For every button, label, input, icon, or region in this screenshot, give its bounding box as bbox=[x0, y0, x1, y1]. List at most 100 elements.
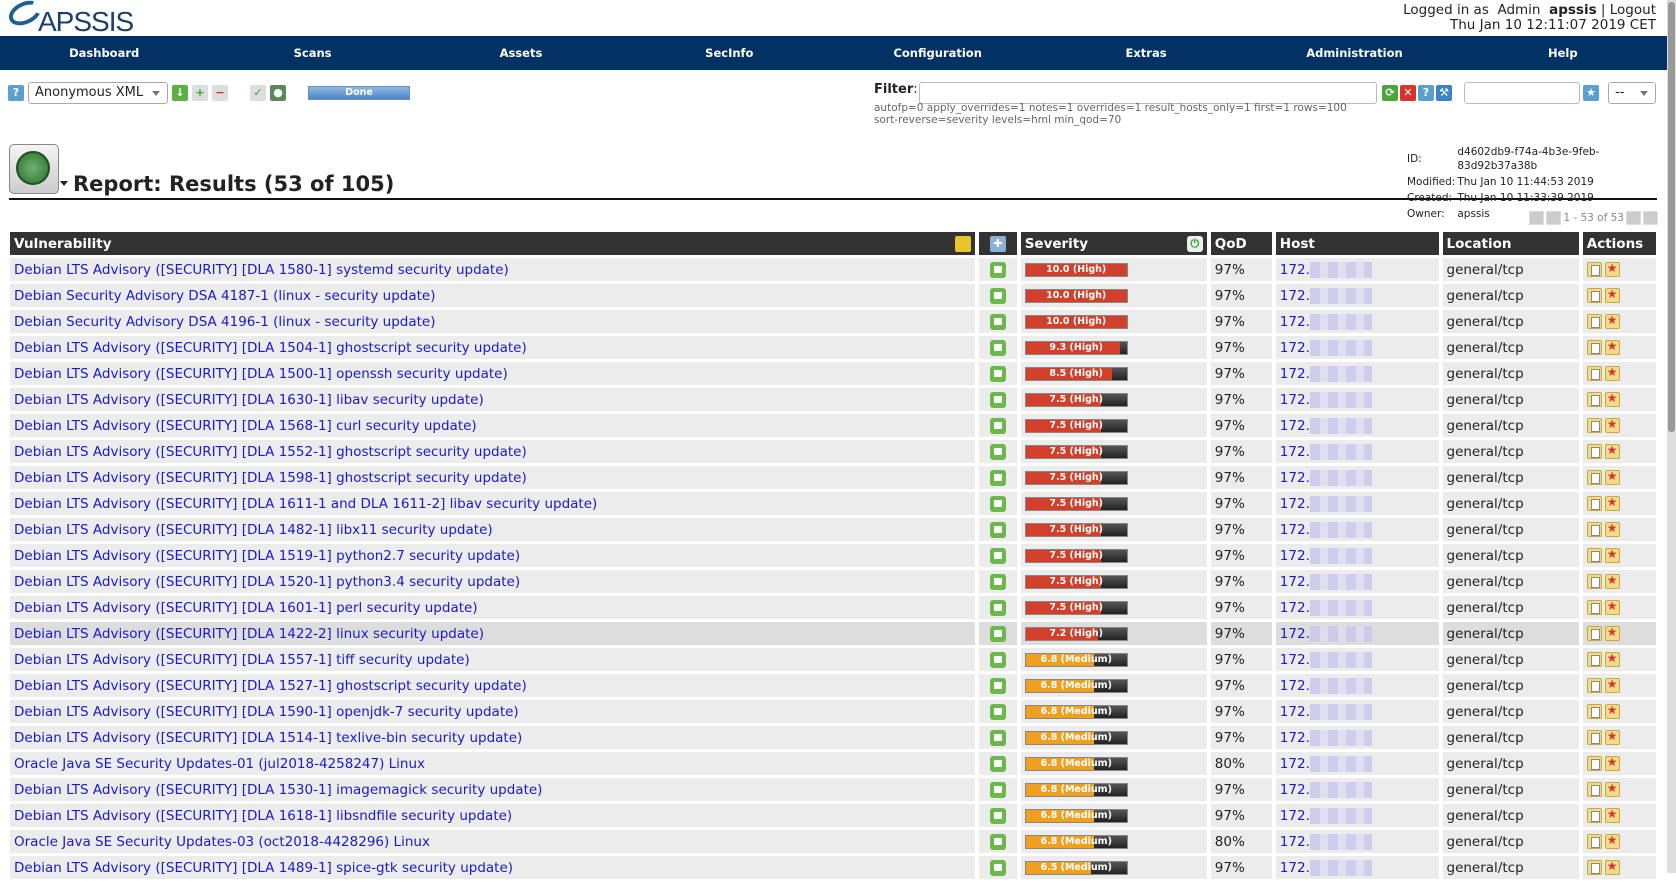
add-note-icon[interactable] bbox=[1586, 340, 1602, 355]
note-icon[interactable] bbox=[989, 339, 1006, 356]
power-icon[interactable]: ⏻ bbox=[1186, 236, 1203, 252]
add-note-icon[interactable] bbox=[1586, 652, 1602, 667]
add-override-icon[interactable] bbox=[1604, 339, 1620, 355]
table-row[interactable]: Debian LTS Advisory ([SECURITY] [DLA 142… bbox=[10, 622, 1656, 645]
host-link[interactable]: 172. bbox=[1280, 730, 1310, 746]
note-icon[interactable] bbox=[989, 781, 1006, 798]
first-page-icon[interactable] bbox=[1529, 211, 1545, 225]
scrollbar-thumb[interactable] bbox=[1668, 2, 1675, 432]
add-note-icon[interactable] bbox=[1586, 678, 1602, 693]
table-row[interactable]: Debian Security Advisory DSA 4187-1 (lin… bbox=[10, 284, 1656, 307]
table-row[interactable]: Debian LTS Advisory ([SECURITY] [DLA 152… bbox=[10, 570, 1656, 593]
table-row[interactable]: Debian LTS Advisory ([SECURITY] [DLA 155… bbox=[10, 440, 1656, 463]
vulnerability-link[interactable]: Debian LTS Advisory ([SECURITY] [DLA 151… bbox=[14, 730, 522, 746]
note-icon[interactable] bbox=[989, 365, 1006, 382]
table-row[interactable]: Debian LTS Advisory ([SECURITY] [DLA 151… bbox=[10, 544, 1656, 567]
add-note-icon[interactable] bbox=[1586, 600, 1602, 615]
host-link[interactable]: 172. bbox=[1280, 444, 1310, 460]
add-override-icon[interactable] bbox=[1604, 495, 1620, 511]
col-host[interactable]: Host bbox=[1275, 232, 1439, 255]
add-override-icon[interactable] bbox=[1604, 547, 1620, 563]
vulnerability-link[interactable]: Debian LTS Advisory ([SECURITY] [DLA 160… bbox=[14, 600, 478, 616]
table-row[interactable]: Debian LTS Advisory ([SECURITY] [DLA 156… bbox=[10, 414, 1656, 437]
note-icon[interactable] bbox=[989, 859, 1006, 876]
add-override-icon[interactable] bbox=[1604, 807, 1620, 823]
nav-dashboard[interactable]: Dashboard bbox=[0, 36, 208, 70]
note-icon[interactable] bbox=[989, 443, 1006, 460]
host-link[interactable]: 172. bbox=[1280, 340, 1310, 356]
add-note-icon[interactable] bbox=[1586, 834, 1602, 849]
add-note-icon[interactable] bbox=[955, 236, 972, 252]
add-override-icon[interactable] bbox=[1604, 287, 1620, 303]
add-note-icon[interactable] bbox=[1586, 808, 1602, 823]
last-page-icon[interactable] bbox=[1643, 211, 1658, 225]
table-row[interactable]: Debian LTS Advisory ([SECURITY] [DLA 159… bbox=[10, 466, 1656, 489]
note-icon[interactable] bbox=[989, 313, 1006, 330]
host-link[interactable]: 172. bbox=[1280, 756, 1310, 772]
add-override-icon[interactable] bbox=[1604, 651, 1620, 667]
add-note-icon[interactable] bbox=[1586, 470, 1602, 485]
vulnerability-link[interactable]: Oracle Java SE Security Updates-03 (oct2… bbox=[14, 834, 430, 850]
add-override-icon[interactable] bbox=[1604, 521, 1620, 537]
note-icon[interactable] bbox=[989, 547, 1006, 564]
add-note-icon[interactable] bbox=[1586, 626, 1602, 641]
table-row[interactable]: Oracle Java SE Security Updates-03 (oct2… bbox=[10, 830, 1656, 853]
note-icon[interactable] bbox=[989, 755, 1006, 772]
host-link[interactable]: 172. bbox=[1280, 262, 1310, 278]
table-row[interactable]: Debian LTS Advisory ([SECURITY] [DLA 153… bbox=[10, 778, 1656, 801]
vulnerability-link[interactable]: Debian LTS Advisory ([SECURITY] [DLA 159… bbox=[14, 704, 519, 720]
host-link[interactable]: 172. bbox=[1280, 652, 1310, 668]
table-row[interactable]: Debian LTS Advisory ([SECURITY] [DLA 159… bbox=[10, 700, 1656, 723]
host-link[interactable]: 172. bbox=[1280, 314, 1310, 330]
host-link[interactable]: 172. bbox=[1280, 860, 1310, 876]
vulnerability-link[interactable]: Debian LTS Advisory ([SECURITY] [DLA 150… bbox=[14, 340, 527, 356]
host-link[interactable]: 172. bbox=[1280, 392, 1310, 408]
host-link[interactable]: 172. bbox=[1280, 834, 1310, 850]
help-icon[interactable]: ? bbox=[8, 85, 24, 101]
vulnerability-link[interactable]: Debian LTS Advisory ([SECURITY] [DLA 156… bbox=[14, 418, 477, 434]
download-icon[interactable]: ↓ bbox=[172, 85, 188, 101]
remove-from-assets-icon[interactable]: − bbox=[212, 85, 228, 101]
note-icon[interactable] bbox=[989, 573, 1006, 590]
add-override-icon[interactable] bbox=[1604, 677, 1620, 693]
vulnerability-link[interactable]: Debian LTS Advisory ([SECURITY] [DLA 155… bbox=[14, 652, 470, 668]
saved-filter-select[interactable]: -- bbox=[1608, 82, 1656, 104]
add-override-icon[interactable] bbox=[1604, 261, 1620, 277]
table-row[interactable]: Debian LTS Advisory ([SECURITY] [DLA 155… bbox=[10, 648, 1656, 671]
note-icon[interactable] bbox=[989, 729, 1006, 746]
scrollbar[interactable] bbox=[1667, 0, 1676, 873]
report-format-select[interactable]: Anonymous XML bbox=[28, 82, 168, 104]
add-note-icon[interactable] bbox=[1586, 288, 1602, 303]
add-note-icon[interactable] bbox=[1586, 496, 1602, 511]
note-icon[interactable] bbox=[989, 287, 1006, 304]
save-filter-star-icon[interactable]: ★ bbox=[1583, 85, 1599, 101]
filter-name-input[interactable] bbox=[1464, 82, 1580, 104]
vulnerability-link[interactable]: Debian LTS Advisory ([SECURITY] [DLA 161… bbox=[14, 808, 512, 824]
add-override-icon[interactable] bbox=[1604, 391, 1620, 407]
filter-input[interactable] bbox=[919, 82, 1377, 104]
add-note-icon[interactable] bbox=[1586, 366, 1602, 381]
add-override-icon[interactable] bbox=[1604, 469, 1620, 485]
add-note-icon[interactable] bbox=[1586, 574, 1602, 589]
host-link[interactable]: 172. bbox=[1280, 678, 1310, 694]
add-note-icon[interactable] bbox=[1586, 444, 1602, 459]
nav-secinfo[interactable]: SecInfo bbox=[625, 36, 833, 70]
vulnerability-link[interactable]: Debian Security Advisory DSA 4196-1 (lin… bbox=[14, 314, 436, 330]
prev-page-icon[interactable] bbox=[1546, 211, 1562, 225]
host-link[interactable]: 172. bbox=[1280, 704, 1310, 720]
add-note-icon[interactable] bbox=[1586, 756, 1602, 771]
vulnerability-link[interactable]: Debian LTS Advisory ([SECURITY] [DLA 159… bbox=[14, 470, 527, 486]
nav-scans[interactable]: Scans bbox=[208, 36, 416, 70]
host-link[interactable]: 172. bbox=[1280, 366, 1310, 382]
host-link[interactable]: 172. bbox=[1280, 548, 1310, 564]
table-row[interactable]: Debian LTS Advisory ([SECURITY] [DLA 148… bbox=[10, 518, 1656, 541]
vulnerability-link[interactable]: Oracle Java SE Security Updates-01 (jul2… bbox=[14, 756, 425, 772]
vulnerability-link[interactable]: Debian LTS Advisory ([SECURITY] [DLA 155… bbox=[14, 444, 527, 460]
note-icon[interactable] bbox=[989, 625, 1006, 642]
host-link[interactable]: 172. bbox=[1280, 600, 1310, 616]
add-note-icon[interactable] bbox=[1586, 314, 1602, 329]
col-vulnerability[interactable]: Vulnerability bbox=[10, 232, 976, 255]
vulnerability-link[interactable]: Debian Security Advisory DSA 4187-1 (lin… bbox=[14, 288, 436, 304]
note-icon[interactable] bbox=[989, 391, 1006, 408]
host-link[interactable]: 172. bbox=[1280, 808, 1310, 824]
